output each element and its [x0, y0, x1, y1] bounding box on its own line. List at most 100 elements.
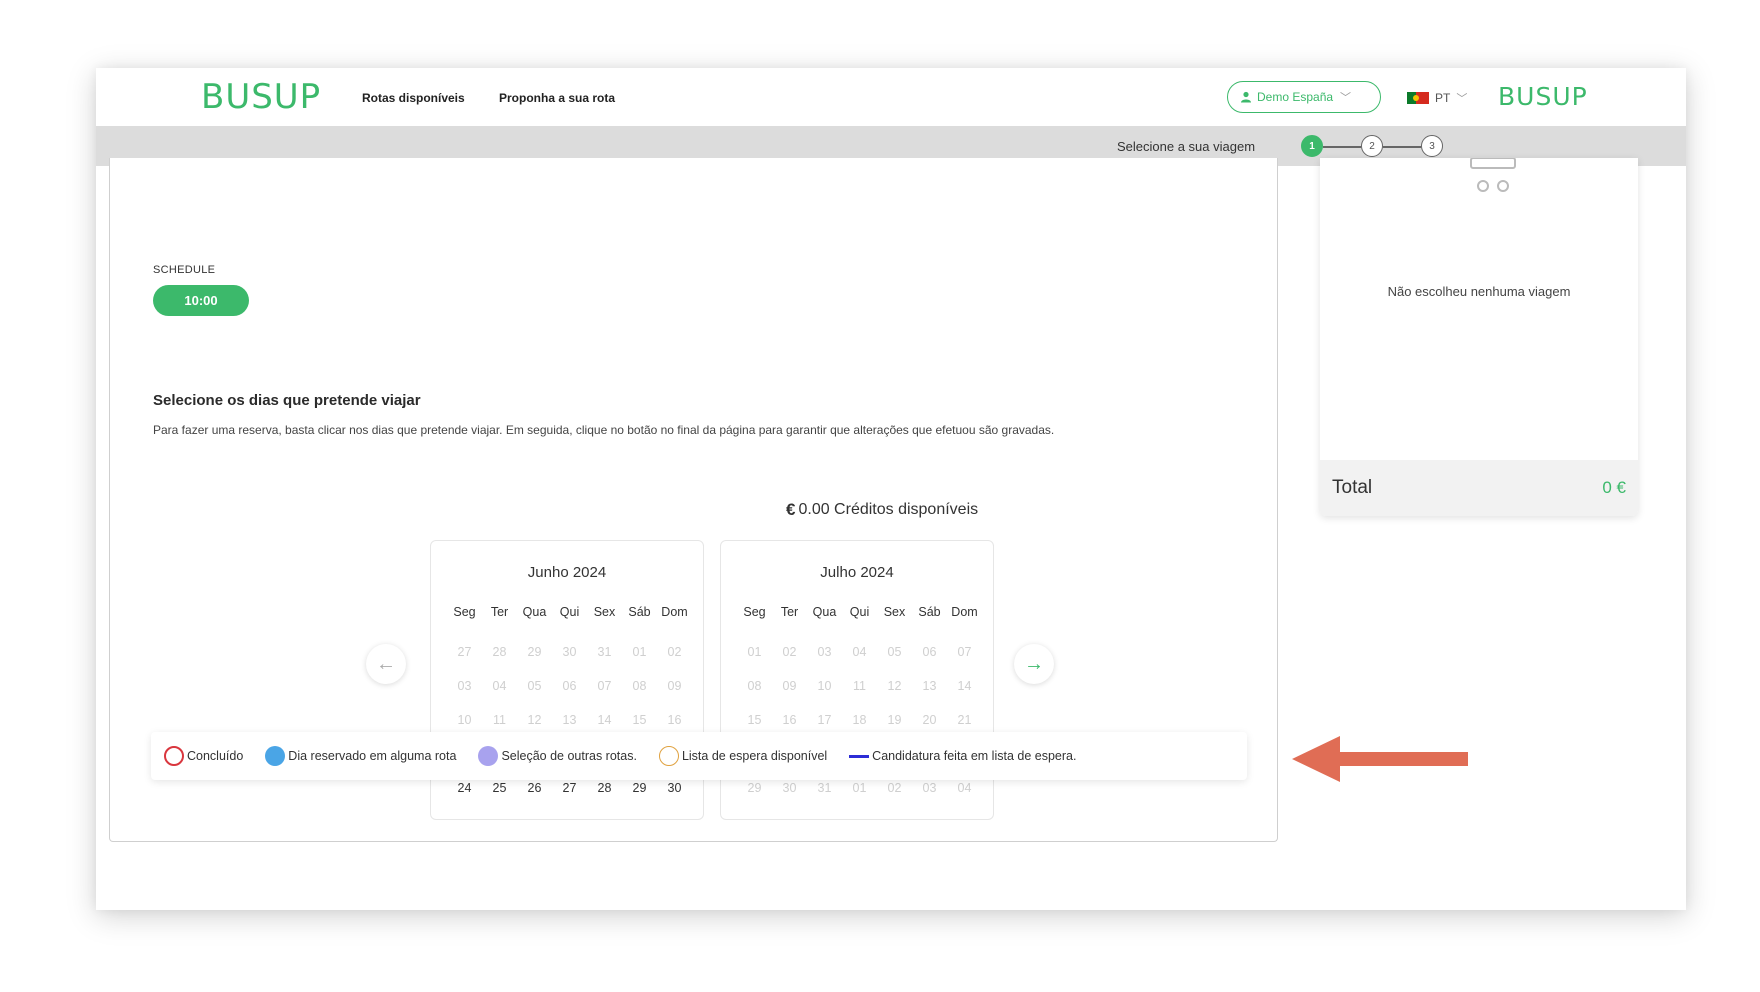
- arrow-left-icon: ←: [376, 652, 396, 675]
- blue-line-icon: [849, 754, 870, 758]
- step-connector: [1323, 146, 1361, 148]
- chevron-down-icon: ﹀: [1456, 93, 1468, 105]
- weekday-label: Sáb: [628, 605, 651, 619]
- top-navbar: BUSUP Rotas disponíveis Proponha a sua r…: [96, 68, 1686, 126]
- calendar-day-number: 29: [527, 645, 542, 659]
- calendar-day-number: 06: [922, 645, 937, 659]
- busup-logo[interactable]: BUSUP: [201, 77, 321, 117]
- calendar-day: 14: [947, 669, 982, 703]
- calendar-day-number: 02: [667, 645, 682, 659]
- calendar-day: 12: [877, 669, 912, 703]
- calendar-day-number: 01: [632, 645, 647, 659]
- calendar-day-number: 04: [492, 679, 507, 693]
- calendar-day: 05: [517, 669, 552, 703]
- annotation-arrow-icon: [1292, 736, 1468, 782]
- step-2[interactable]: 2: [1361, 135, 1383, 157]
- user-menu-button[interactable]: Demo España ﹀: [1227, 81, 1381, 113]
- nav-available-routes[interactable]: Rotas disponíveis: [362, 91, 465, 105]
- calendar-day: 04: [482, 669, 517, 703]
- credits-text: 0.00 Créditos disponíveis: [798, 501, 979, 518]
- calendar-month-title: Junho 2024: [527, 564, 607, 581]
- orange-ring-icon: [658, 746, 679, 766]
- euro-coin-icon: €: [786, 500, 796, 519]
- weekday-label: Qua: [522, 605, 547, 619]
- calendar-day-number: 10: [457, 713, 472, 727]
- calendar-day-number: 05: [527, 679, 542, 693]
- schedule-time-button[interactable]: 10:00: [153, 285, 249, 316]
- calendar-legend: Concluído Dia reservado em alguma rota S…: [151, 732, 1247, 780]
- weekday-label: Seg: [453, 605, 476, 619]
- calendar-day: 11: [842, 669, 877, 703]
- calendar-day-number: 08: [747, 679, 762, 693]
- calendar-month-title: Julho 2024: [820, 564, 894, 581]
- calendar-day: 28: [482, 635, 517, 669]
- weekday-label: Qui: [559, 605, 580, 619]
- calendar-day: 27: [447, 635, 482, 669]
- calendar-day-number: 01: [747, 645, 762, 659]
- calendar-day: 07: [947, 635, 982, 669]
- weekday-label: Seg: [743, 605, 766, 619]
- calendar-day-number: 30: [562, 645, 577, 659]
- weekday-label: Sex: [593, 605, 616, 619]
- calendar-day-number: 13: [562, 713, 577, 727]
- legend-item-waitlist-applied: Candidatura feita em lista de espera.: [849, 749, 1076, 763]
- calendar-day-number: 28: [492, 645, 507, 659]
- chevron-down-icon: ﹀: [1340, 92, 1352, 104]
- calendar-day-number: 09: [782, 679, 797, 693]
- language-selector[interactable]: PT ﹀: [1407, 90, 1467, 106]
- red-ring-icon: [164, 746, 184, 766]
- language-code: PT: [1435, 91, 1451, 105]
- calendar-day: 10: [807, 669, 842, 703]
- step-connector: [1383, 146, 1421, 148]
- calendar-day: 08: [622, 669, 657, 703]
- calendar-day-number: 14: [957, 679, 972, 693]
- calendar-day: 01: [737, 635, 772, 669]
- stepper-label: Selecione a sua viagem: [1117, 139, 1256, 154]
- busup-logo-right: BUSUP: [1498, 82, 1588, 111]
- calendar-day-number: 05: [887, 645, 902, 659]
- calendar-day-number: 02: [782, 645, 797, 659]
- weekday-label: Ter: [780, 605, 799, 619]
- calendar-day-number: 15: [747, 713, 762, 727]
- legend-item-reserved: Dia reservado em alguma rota: [265, 746, 456, 766]
- calendar-day: 02: [772, 635, 807, 669]
- calendar-day: 13: [912, 669, 947, 703]
- calendar-day-number: 13: [922, 679, 937, 693]
- weekday-label: Qua: [812, 605, 837, 619]
- calendar-day-number: 11: [853, 679, 866, 693]
- calendar-day-number: 19: [887, 713, 902, 727]
- calendar-day-number: 16: [782, 713, 797, 727]
- cart-summary: Não escolheu nenhuma viagem Total 0 €: [1320, 158, 1638, 516]
- calendar-day: 04: [842, 635, 877, 669]
- calendar-day-number: 07: [957, 645, 972, 659]
- calendar-day: 03: [447, 669, 482, 703]
- step-3[interactable]: 3: [1421, 135, 1443, 157]
- weekday-label: Sex: [883, 605, 906, 619]
- blue-dot-icon: [265, 746, 286, 766]
- legend-label: Seleção de outras rotas.: [501, 749, 637, 763]
- step-1[interactable]: 1: [1301, 135, 1323, 157]
- cart-icon: [1470, 158, 1516, 192]
- legend-label: Dia reservado em alguma rota: [288, 749, 457, 763]
- previous-month-button[interactable]: ←: [366, 644, 406, 684]
- calendar-day-number: 14: [597, 713, 612, 727]
- calendar-day: 08: [737, 669, 772, 703]
- weekday-label: Dom: [951, 605, 978, 619]
- calendar-day: 09: [772, 669, 807, 703]
- calendar-day: 01: [622, 635, 657, 669]
- purple-dot-icon: [478, 746, 499, 766]
- calendar-day-number: 07: [597, 679, 612, 693]
- weekday-label: Qui: [849, 605, 870, 619]
- calendar-day-number: 10: [817, 679, 832, 693]
- portugal-flag-icon: [1407, 92, 1429, 104]
- legend-item-other-routes: Seleção de outras rotas.: [478, 746, 637, 766]
- calendar-day: 31: [587, 635, 622, 669]
- weekday-label: Sáb: [918, 605, 941, 619]
- next-month-button[interactable]: →: [1014, 644, 1054, 684]
- nav-propose-route[interactable]: Proponha a sua rota: [499, 91, 615, 105]
- cart-total: Total 0 €: [1320, 460, 1638, 516]
- calendar-day-number: 04: [852, 645, 867, 659]
- calendar-day-number: 31: [597, 645, 612, 659]
- calendar-day-number: 08: [632, 679, 647, 693]
- calendar-day: 07: [587, 669, 622, 703]
